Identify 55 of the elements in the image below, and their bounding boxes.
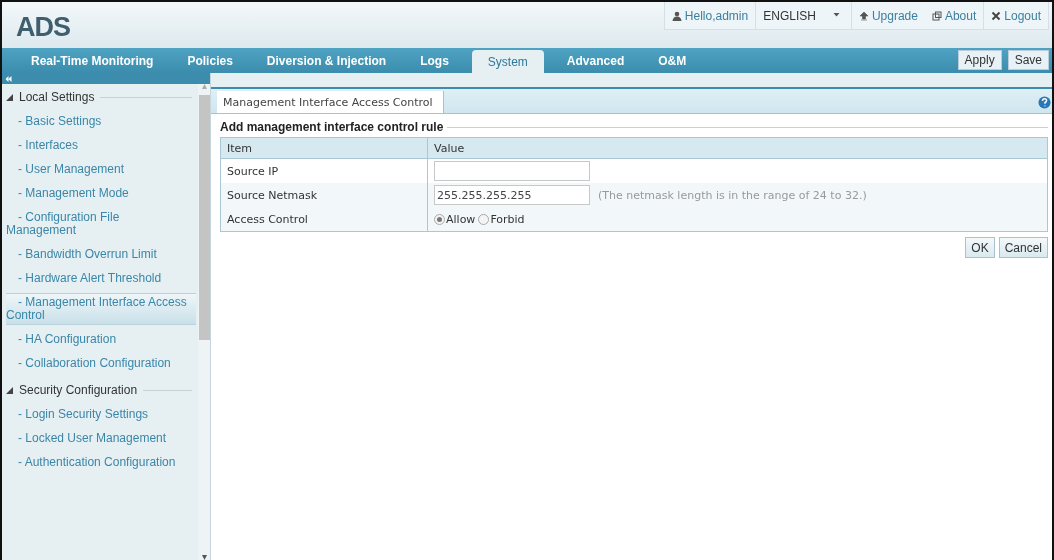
radio-option[interactable]: Forbid (478, 212, 525, 226)
nav-tab[interactable]: System (471, 50, 544, 73)
up-arrow-icon (858, 10, 869, 21)
user-link[interactable]: Hello,admin (664, 2, 756, 29)
nav-tab[interactable]: Policies (176, 48, 244, 73)
cancel-button[interactable]: Cancel (998, 237, 1048, 258)
apply-button[interactable]: Apply (957, 49, 1002, 70)
nav-tab[interactable]: O&M (647, 48, 698, 73)
sidebar-item[interactable]: - Collaboration Configuration (6, 354, 196, 373)
text-field[interactable] (434, 161, 590, 181)
sidebar-item[interactable]: - User Management (6, 160, 196, 179)
window-icon (931, 10, 942, 21)
group-title[interactable]: Security Configuration (19, 383, 138, 397)
group-title[interactable]: Local Settings (19, 90, 95, 104)
collapse-icon (5, 75, 12, 82)
sidebar-item[interactable]: - Management Interface Access Control (6, 293, 196, 325)
sidebar-item[interactable]: - Configuration File Management (6, 208, 196, 240)
logout-link[interactable]: Logout (983, 2, 1048, 29)
sidebar-item[interactable]: - Basic Settings (6, 112, 196, 131)
scrollbar[interactable] (198, 84, 210, 560)
row-label: Source IP (227, 164, 279, 178)
row-label: Source Netmask (227, 188, 318, 202)
help-icon[interactable] (1038, 95, 1051, 109)
sidebar-item[interactable]: - Interfaces (6, 136, 196, 155)
column-header: Value (434, 141, 465, 155)
nav-tab[interactable]: Real-Time Monitoring (20, 48, 165, 73)
save-button[interactable]: Save (1007, 49, 1049, 70)
sidebar-item[interactable]: - Bandwidth Overrun Limit (6, 245, 196, 264)
sidebar-item[interactable]: - Login Security Settings (6, 405, 196, 424)
sidebar-item[interactable]: - Locked User Management (6, 429, 196, 448)
scroll-down-icon (200, 555, 208, 560)
close-icon (991, 10, 1002, 21)
sidebar-item[interactable]: - Management Mode (6, 184, 196, 203)
header-link[interactable]: About (924, 2, 984, 29)
expanded-triangle-icon (6, 93, 13, 101)
header-link[interactable]: Upgrade (850, 2, 925, 29)
expanded-triangle-icon (6, 386, 13, 394)
user-icon (671, 10, 682, 21)
text-field[interactable]: 255.255.255.255 (434, 185, 590, 205)
radio-option[interactable]: Allow (434, 212, 476, 226)
nav-tab[interactable]: Diversion & Injection (255, 48, 398, 73)
nav-tab[interactable]: Logs (409, 48, 460, 73)
logo: ADS (15, 11, 70, 43)
language-select[interactable]: ENGLISH (755, 2, 851, 29)
panel-tab[interactable]: Management Interface Access Control (217, 91, 444, 113)
sidebar-item[interactable]: - Authentication Configuration (6, 453, 196, 472)
sidebar-item[interactable]: - HA Configuration (6, 330, 196, 349)
column-header: Item (227, 141, 253, 155)
hint-text: (The netmask length is in the range of 24 to 32.) (598, 188, 867, 202)
ok-button[interactable]: OK (965, 237, 995, 258)
nav-tab[interactable]: Advanced (555, 48, 636, 73)
sidebar-item[interactable]: - Hardware Alert Threshold (6, 269, 196, 288)
section-title: Add management interface control rule (220, 120, 444, 134)
row-label: Access Control (227, 212, 308, 226)
caret-icon (831, 12, 841, 19)
